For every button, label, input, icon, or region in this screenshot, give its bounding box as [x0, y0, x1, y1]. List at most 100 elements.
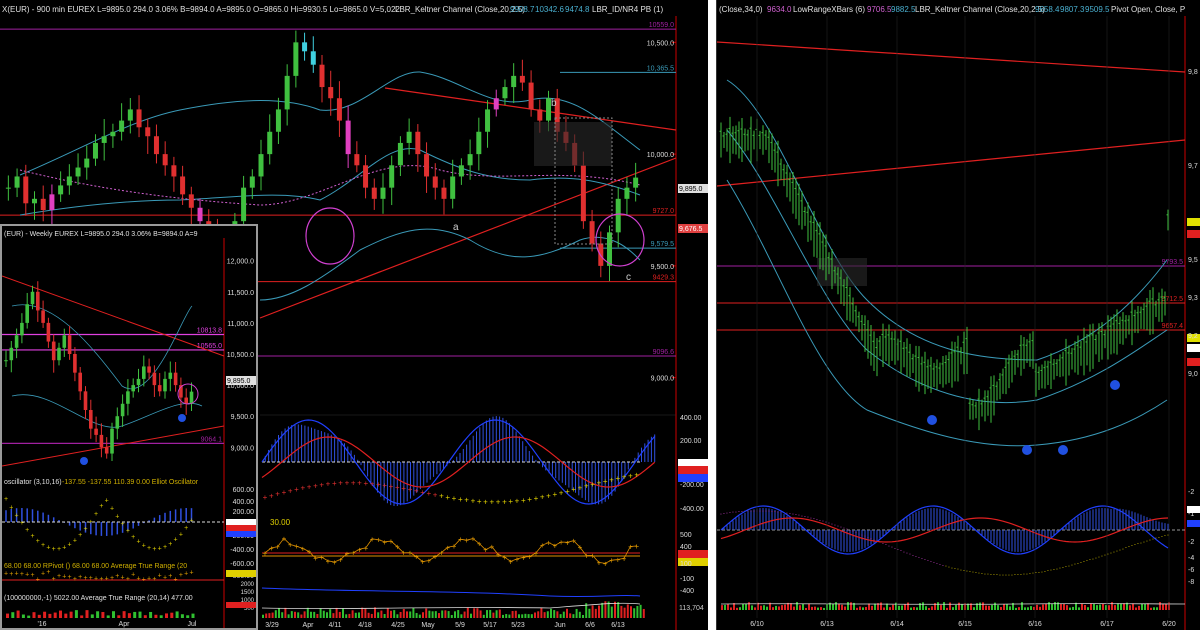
weekly-pivot-cross: + — [142, 576, 146, 583]
weekly-volume-bar — [48, 613, 52, 618]
main-candle-body — [249, 176, 255, 188]
main-candle-body — [310, 51, 316, 65]
main-volume-bar — [575, 608, 578, 618]
weekly-candle-body — [36, 291, 40, 311]
main-candle-body — [528, 82, 534, 110]
right-volume-bar — [1153, 607, 1155, 610]
weekly-chart-panel[interactable]: (EUR) - Weekly EUREX L=9895.0 294.0 3.06… — [0, 224, 258, 630]
right-volume-bar — [1009, 606, 1011, 610]
main-pivot-axis-label: -100 — [680, 576, 694, 583]
weekly-pivot-cross: + — [68, 574, 72, 581]
main-volume-bar — [300, 614, 303, 618]
weekly-ytick-label: 9,500.0 — [231, 414, 254, 421]
main-candle-body — [537, 109, 543, 121]
right-price-tag — [1187, 344, 1200, 352]
right-keltner-value-3: 9509.5 — [1085, 5, 1110, 14]
main-osc-cross: + — [401, 484, 406, 493]
weekly-volume-bar — [11, 612, 15, 618]
weekly-volume-bar — [186, 615, 190, 618]
main-osc-cross: + — [565, 487, 570, 496]
weekly-candle-body — [46, 322, 51, 342]
right-volume-bar — [1030, 606, 1032, 610]
right-volume-bar — [832, 603, 834, 610]
weekly-osc-cross: + — [78, 532, 82, 539]
weekly-volume-bar — [74, 610, 78, 618]
main-xtick-label: 3/29 — [265, 622, 279, 629]
main-osc-cross: + — [634, 471, 639, 480]
right-axis-label: 9,8 — [1188, 69, 1198, 76]
right-volume-bar — [1066, 605, 1068, 610]
main-candle-body — [145, 127, 151, 137]
main-osc-cross: + — [370, 479, 375, 488]
weekly-osc-cross: + — [131, 534, 135, 541]
main-candle-body — [23, 176, 29, 204]
main-volume-bar — [623, 607, 626, 618]
weekly-xtick-label: Jul — [188, 621, 197, 628]
right-volume-bar — [874, 603, 876, 610]
main-pivot-cross: + — [401, 549, 406, 558]
weekly-candle-body — [152, 372, 157, 386]
right-volume-bar — [1003, 604, 1005, 610]
main-osc-cross: + — [382, 481, 387, 490]
main-candle-body — [75, 167, 81, 177]
main-osc-cross: + — [395, 483, 400, 492]
main-osc-cross: + — [628, 472, 633, 481]
right-xtick-label: 6/13 — [820, 621, 834, 628]
main-volume-bar — [639, 604, 642, 618]
right-volume-bar — [751, 605, 753, 610]
right-header-part1: (Close,34,0) — [719, 5, 763, 14]
weekly-atr-axis-label: 2000 — [241, 582, 255, 588]
weekly-ytick-label: 11,000.0 — [227, 321, 254, 328]
weekly-osc-cross: + — [168, 541, 172, 548]
weekly-volume-bar — [43, 611, 47, 618]
right-osc-axis-label: -2 — [1188, 489, 1194, 496]
main-level-label: 9,579.5 — [651, 241, 674, 248]
main-candle-body — [275, 109, 281, 132]
main-pivot-tag-red — [678, 550, 708, 558]
weekly-pivot-cross: + — [52, 576, 56, 583]
main-candle-body — [415, 131, 421, 155]
right-chart-panel[interactable]: (Close,34,0) 9634.0 LowRangeXBars (6) 97… — [716, 0, 1200, 630]
weekly-candle-body — [51, 341, 56, 361]
right-price-tag — [1187, 218, 1200, 226]
main-candle-body — [467, 154, 473, 166]
weekly-pivot-cross: + — [78, 574, 82, 581]
main-osc-cross: + — [489, 498, 494, 507]
right-header-lrx-value: 9706.5 — [867, 5, 892, 14]
weekly-osc-tag-white — [226, 519, 256, 525]
weekly-osc-cross: + — [36, 538, 40, 545]
right-xtick-label: 6/15 — [958, 621, 972, 628]
right-volume-bar — [1150, 607, 1152, 610]
main-volume-bar — [588, 608, 591, 618]
main-volume-bar — [569, 613, 572, 618]
main-pivot-cross: + — [552, 541, 557, 550]
weekly-osc-cross: + — [83, 526, 87, 533]
right-xtick-label: 6/10 — [750, 621, 764, 628]
right-osc-tag-blue — [1187, 520, 1200, 527]
main-volume-bar — [428, 610, 431, 618]
weekly-osc-cross: + — [121, 521, 125, 528]
weekly-volume-bar — [117, 615, 121, 618]
weekly-pivot-cross: + — [62, 573, 66, 580]
main-volume-bar — [562, 611, 565, 618]
main-price-9676: 9,676.5 — [679, 226, 702, 233]
weekly-volume-bar — [32, 612, 36, 618]
main-xtick-label: 5/17 — [483, 622, 497, 629]
right-volume-bar — [991, 604, 993, 610]
right-volume-bar — [808, 603, 810, 610]
main-candle-body — [258, 154, 264, 177]
weekly-candle-body — [104, 447, 109, 454]
right-volume-bar — [928, 607, 930, 610]
main-candle-body — [589, 221, 595, 244]
right-volume-bar — [1051, 604, 1053, 610]
weekly-pivot-cross: + — [174, 576, 178, 583]
main-candle-body — [188, 194, 194, 208]
main-volume-bar — [287, 614, 290, 618]
main-xtick-label: Apr — [303, 622, 315, 629]
main-volume-bar — [425, 608, 428, 618]
right-volume-bar — [811, 606, 813, 610]
main-level-label: 9727.0 — [653, 208, 675, 215]
main-volume-bar — [262, 614, 264, 618]
main-volume-bar — [543, 612, 546, 618]
weekly-osc-cross: + — [94, 511, 98, 518]
